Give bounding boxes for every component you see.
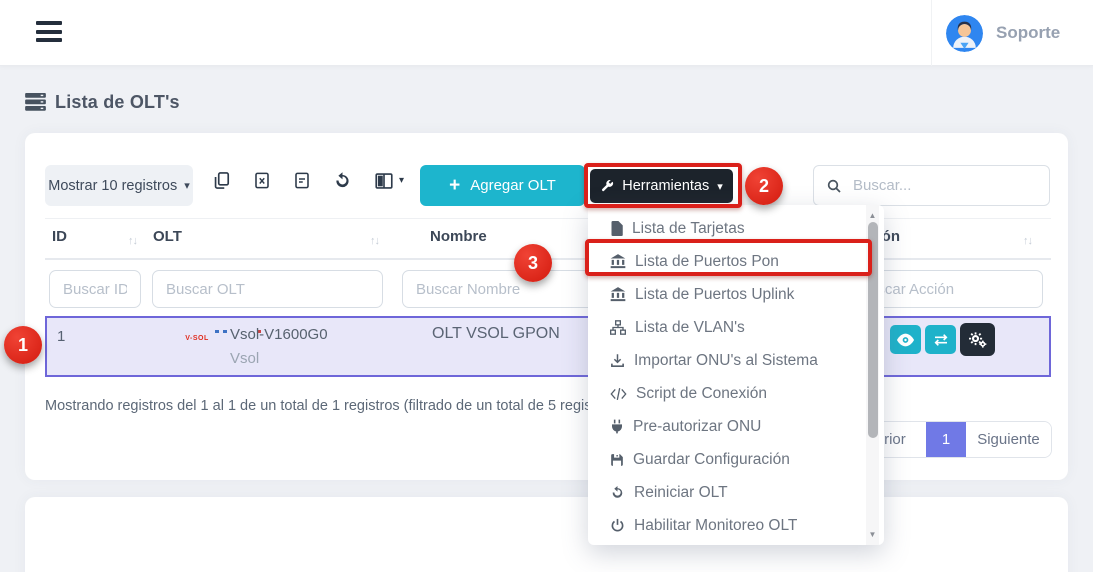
search-icon (826, 178, 842, 194)
power-icon (610, 518, 625, 533)
search-input[interactable] (853, 177, 1037, 194)
menu-item-label: Lista de Tarjetas (632, 220, 745, 238)
bank-icon (610, 287, 626, 302)
header-label: OLT (153, 228, 182, 245)
menu-item-script-de-conexion[interactable]: Script de Conexión (588, 377, 860, 410)
add-olt-label: Agregar OLT (470, 177, 556, 194)
scroll-up-icon[interactable] (866, 208, 879, 223)
menu-item-label: Importar ONU's al Sistema (634, 352, 818, 370)
header-label: ID (52, 228, 67, 245)
hamburger-menu-icon[interactable] (36, 21, 64, 45)
menu-item-lista-de-puertos-pon[interactable]: Lista de Puertos Pon (588, 245, 860, 278)
code-icon (610, 387, 627, 401)
device-logo-text: V-SOL (185, 335, 209, 342)
filter-olt-input[interactable] (152, 270, 383, 308)
menu-item-label: Reiniciar OLT (634, 484, 728, 502)
export-toolbar (212, 171, 404, 190)
page-title: Lista de OLT's (55, 92, 180, 113)
sort-icon[interactable] (370, 231, 379, 248)
table-top-divider (45, 218, 1051, 219)
save-icon (610, 453, 624, 467)
copy-icon[interactable] (212, 171, 231, 190)
dropdown-scrollbar[interactable] (866, 205, 879, 545)
sim-card-icon (610, 221, 623, 236)
refresh-icon[interactable] (333, 171, 352, 190)
header-label: Nombre (430, 228, 487, 245)
menu-item-label: Lista de Puertos Pon (635, 253, 779, 271)
annotation-step-3: 3 (514, 244, 552, 282)
menu-item-label: Script de Conexión (636, 385, 767, 403)
row-olt-brand: Vsol (230, 350, 259, 367)
menu-item-lista-de-puertos-uplink[interactable]: Lista de Puertos Uplink (588, 278, 860, 311)
download-icon (610, 353, 625, 368)
plus-icon (449, 176, 460, 195)
secondary-card (25, 497, 1068, 572)
user-avatar (946, 15, 983, 52)
chevron-down-icon (184, 179, 190, 192)
page-header: Lista de OLT's (25, 92, 180, 113)
menu-item-reiniciar-olt[interactable]: Reiniciar OLT (588, 476, 860, 509)
gears-icon (968, 331, 987, 348)
sort-icon[interactable] (128, 231, 137, 248)
column-header-id[interactable]: ID (52, 228, 67, 252)
view-button[interactable] (890, 325, 921, 354)
chevron-down-icon (399, 175, 404, 186)
menu-item-label: Guardar Configuración (633, 451, 790, 469)
top-navbar: Soporte (0, 0, 1093, 66)
records-summary: Mostrando registros del 1 al 1 de un tot… (45, 398, 620, 414)
eye-icon (897, 333, 914, 347)
column-header-nombre[interactable]: Nombre (430, 228, 487, 252)
server-stack-icon (25, 93, 46, 112)
column-visibility-icon[interactable] (374, 172, 404, 190)
plug-icon (610, 419, 624, 434)
menu-item-guardar-configuracion[interactable]: Guardar Configuración (588, 443, 860, 476)
transfer-button[interactable] (925, 325, 956, 354)
bank-icon (610, 254, 626, 269)
manage-button[interactable] (960, 323, 995, 356)
file-export-icon[interactable] (293, 171, 311, 190)
annotation-step-2: 2 (745, 167, 783, 205)
pagination-current-page[interactable]: 1 (926, 422, 966, 457)
table-row[interactable]: 1 V-SOL Vsol-V1600G0 Vsol OLT VSOL GPON (45, 316, 1051, 377)
user-menu[interactable]: Soporte (931, 0, 1093, 66)
tools-label: Herramientas (622, 178, 709, 194)
add-olt-button[interactable]: Agregar OLT (420, 165, 585, 206)
tools-dropdown-button[interactable]: Herramientas (590, 169, 733, 203)
tools-menu-list: Lista de Tarjetas Lista de Puertos Pon L… (588, 212, 860, 542)
row-actions (890, 325, 995, 356)
menu-item-lista-de-tarjetas[interactable]: Lista de Tarjetas (588, 212, 860, 245)
excel-export-icon[interactable] (253, 171, 271, 190)
menu-item-pre-autorizar-onu[interactable]: Pre-autorizar ONU (588, 410, 860, 443)
filter-id-input[interactable] (49, 270, 141, 308)
menu-item-habilitar-monitoreo[interactable]: Habilitar Monitoreo OLT (588, 509, 860, 542)
menu-item-label: Habilitar Monitoreo OLT (634, 517, 797, 535)
scroll-down-icon[interactable] (866, 527, 879, 542)
pagination-next-button[interactable]: Siguiente (966, 422, 1051, 457)
sitemap-icon (610, 320, 626, 335)
refresh-icon (610, 485, 625, 500)
chevron-down-icon (717, 180, 723, 193)
menu-item-lista-de-vlans[interactable]: Lista de VLAN's (588, 311, 860, 344)
app-screen: Soporte Lista de OLT's Mostrar 10 regist… (0, 0, 1093, 572)
tools-dropdown-menu: Lista de Tarjetas Lista de Puertos Pon L… (588, 205, 884, 545)
menu-item-label: Pre-autorizar ONU (633, 418, 761, 436)
exchange-arrows-icon (933, 333, 949, 347)
scrollbar-thumb[interactable] (868, 222, 878, 438)
row-nombre: OLT VSOL GPON (432, 325, 560, 343)
annotation-step-1: 1 (4, 326, 42, 364)
menu-item-importar-onus[interactable]: Importar ONU's al Sistema (588, 344, 860, 377)
entries-per-page-select[interactable]: Mostrar 10 registros (45, 165, 193, 206)
row-olt-model: Vsol-V1600G0 (230, 326, 328, 343)
wrench-icon (600, 179, 614, 193)
column-header-olt[interactable]: OLT (153, 228, 182, 252)
sort-icon[interactable] (1023, 231, 1032, 248)
row-id: 1 (57, 328, 65, 345)
user-name: Soporte (996, 23, 1060, 43)
menu-item-label: Lista de VLAN's (635, 319, 745, 337)
entries-label: Mostrar 10 registros (48, 178, 177, 194)
olt-device-image: V-SOL (162, 327, 232, 345)
global-search (813, 165, 1050, 206)
menu-item-label: Lista de Puertos Uplink (635, 286, 794, 304)
